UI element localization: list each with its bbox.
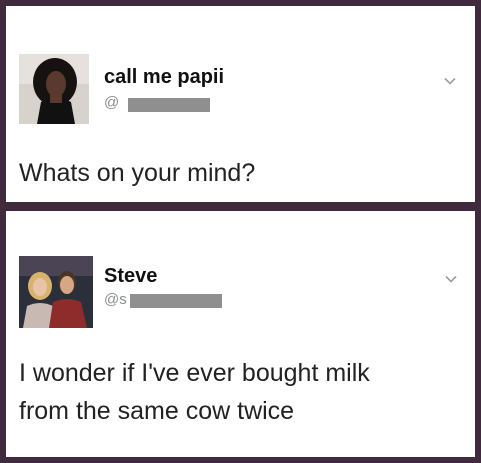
tweet-text: Whats on your mind? [19,159,256,187]
avatar[interactable] [19,54,89,124]
tweet-card[interactable]: Steve @s I wonder if I've ever bought mi… [6,211,475,457]
tweet-text-line: from the same cow twice [19,397,295,425]
redacted-handle [130,294,222,308]
display-name[interactable]: call me papii [104,66,224,89]
avatar-image [19,54,89,124]
username-handle[interactable]: @ [104,94,119,111]
display-name[interactable]: Steve [104,265,157,288]
avatar-image [19,256,93,328]
tweet-card[interactable]: call me papii @ Whats on your mind? [6,6,475,202]
redacted-handle [128,98,210,112]
username-handle[interactable]: @s [104,291,127,308]
tweet-text: I wonder if I've ever bought milk from t… [19,354,459,430]
chevron-down-icon[interactable] [443,74,457,88]
avatar[interactable] [19,256,93,328]
chevron-down-icon[interactable] [444,272,458,286]
tweet-text-line: I wonder if I've ever bought milk [19,359,370,387]
